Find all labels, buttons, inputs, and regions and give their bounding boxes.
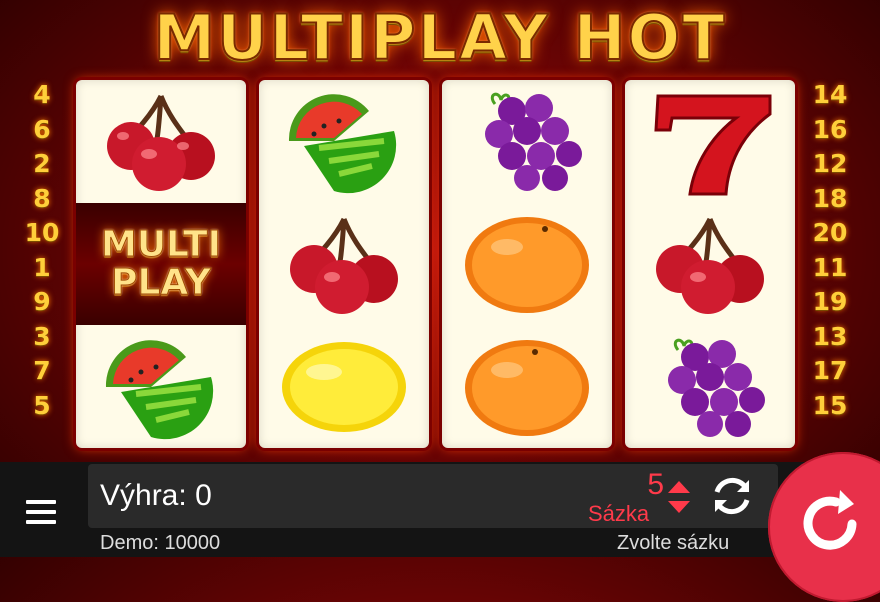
up-down-arrows-icon[interactable] — [666, 478, 692, 516]
orange-icon — [465, 217, 589, 313]
payline-number: 7 — [33, 356, 51, 385]
watermelon-symbol — [259, 80, 429, 202]
payline-number: 14 — [812, 80, 848, 109]
grapes-icon — [668, 338, 765, 437]
lemon-symbol — [259, 326, 429, 448]
watermelon-symbol — [76, 326, 246, 448]
demo-label: Demo: — [100, 532, 159, 554]
reel-1: MULTI PLAY — [76, 80, 246, 448]
refresh-icon[interactable] — [708, 472, 756, 520]
cherries-symbol — [259, 203, 429, 325]
payline-number: 13 — [812, 321, 848, 351]
payline-number: 18 — [812, 183, 848, 213]
payline-number: 5 — [33, 390, 51, 420]
bet-label: Sázka — [588, 501, 650, 526]
payline-number: 1 — [33, 252, 51, 282]
win-value: 0 — [195, 479, 212, 512]
payline-numbers-left: 4 6 2 8 10 1 9 3 7 5 — [22, 78, 62, 423]
demo-value: 10000 — [164, 532, 221, 554]
cherries-icon — [107, 94, 215, 191]
grapes-symbol — [625, 326, 795, 448]
choose-bet-link[interactable]: Zvolte sázku — [617, 531, 729, 555]
game-title: MULTIPLAY HOT — [152, 0, 727, 75]
payline-number: 6 — [33, 114, 51, 144]
payline-number: 15 — [812, 390, 848, 420]
hamburger-icon[interactable] — [26, 500, 56, 524]
win-display: Výhra: 0 — [100, 474, 212, 518]
multiplay-symbol: MULTI PLAY — [76, 203, 246, 325]
payline-number: 12 — [812, 149, 848, 178]
orange-icon — [465, 340, 589, 436]
seven-icon — [654, 94, 772, 196]
payline-number: 11 — [812, 252, 848, 282]
cherries-icon — [290, 217, 398, 314]
payline-number: 20 — [812, 218, 848, 247]
reel-2 — [259, 80, 429, 448]
reel-3 — [442, 80, 612, 448]
demo-balance: Demo: 10000 — [100, 531, 220, 555]
bet-increase-icon[interactable] — [668, 481, 690, 493]
bet-value: 5 — [647, 468, 664, 501]
payline-number: 10 — [24, 218, 60, 247]
spin-arrow-icon — [803, 490, 857, 550]
grapes-icon — [485, 92, 582, 191]
payline-number: 2 — [33, 149, 51, 178]
payline-number: 8 — [33, 183, 51, 213]
multiplay-text-line1: MULTI — [101, 224, 222, 265]
seven-symbol — [625, 80, 795, 202]
win-label: Výhra: — [100, 479, 187, 512]
payline-number: 16 — [812, 114, 848, 144]
payline-number: 4 — [33, 80, 51, 109]
cherries-symbol — [625, 203, 795, 325]
cherries-symbol — [76, 80, 246, 202]
orange-symbol — [442, 203, 612, 325]
payline-number: 9 — [33, 287, 51, 316]
payline-number: 3 — [33, 321, 51, 351]
bet-decrease-icon[interactable] — [668, 501, 690, 513]
multiplay-text-line2: PLAY — [111, 262, 212, 303]
payline-numbers-right: 14 16 12 18 20 11 19 13 17 15 — [810, 78, 850, 423]
payline-number: 17 — [812, 356, 848, 385]
watermelon-icon — [105, 340, 214, 440]
watermelon-icon — [288, 94, 397, 194]
orange-symbol — [442, 326, 612, 448]
grapes-symbol — [442, 80, 612, 202]
reel-4 — [625, 80, 795, 448]
lemon-icon — [282, 342, 406, 432]
cherries-icon — [656, 217, 764, 314]
payline-number: 19 — [812, 287, 848, 316]
